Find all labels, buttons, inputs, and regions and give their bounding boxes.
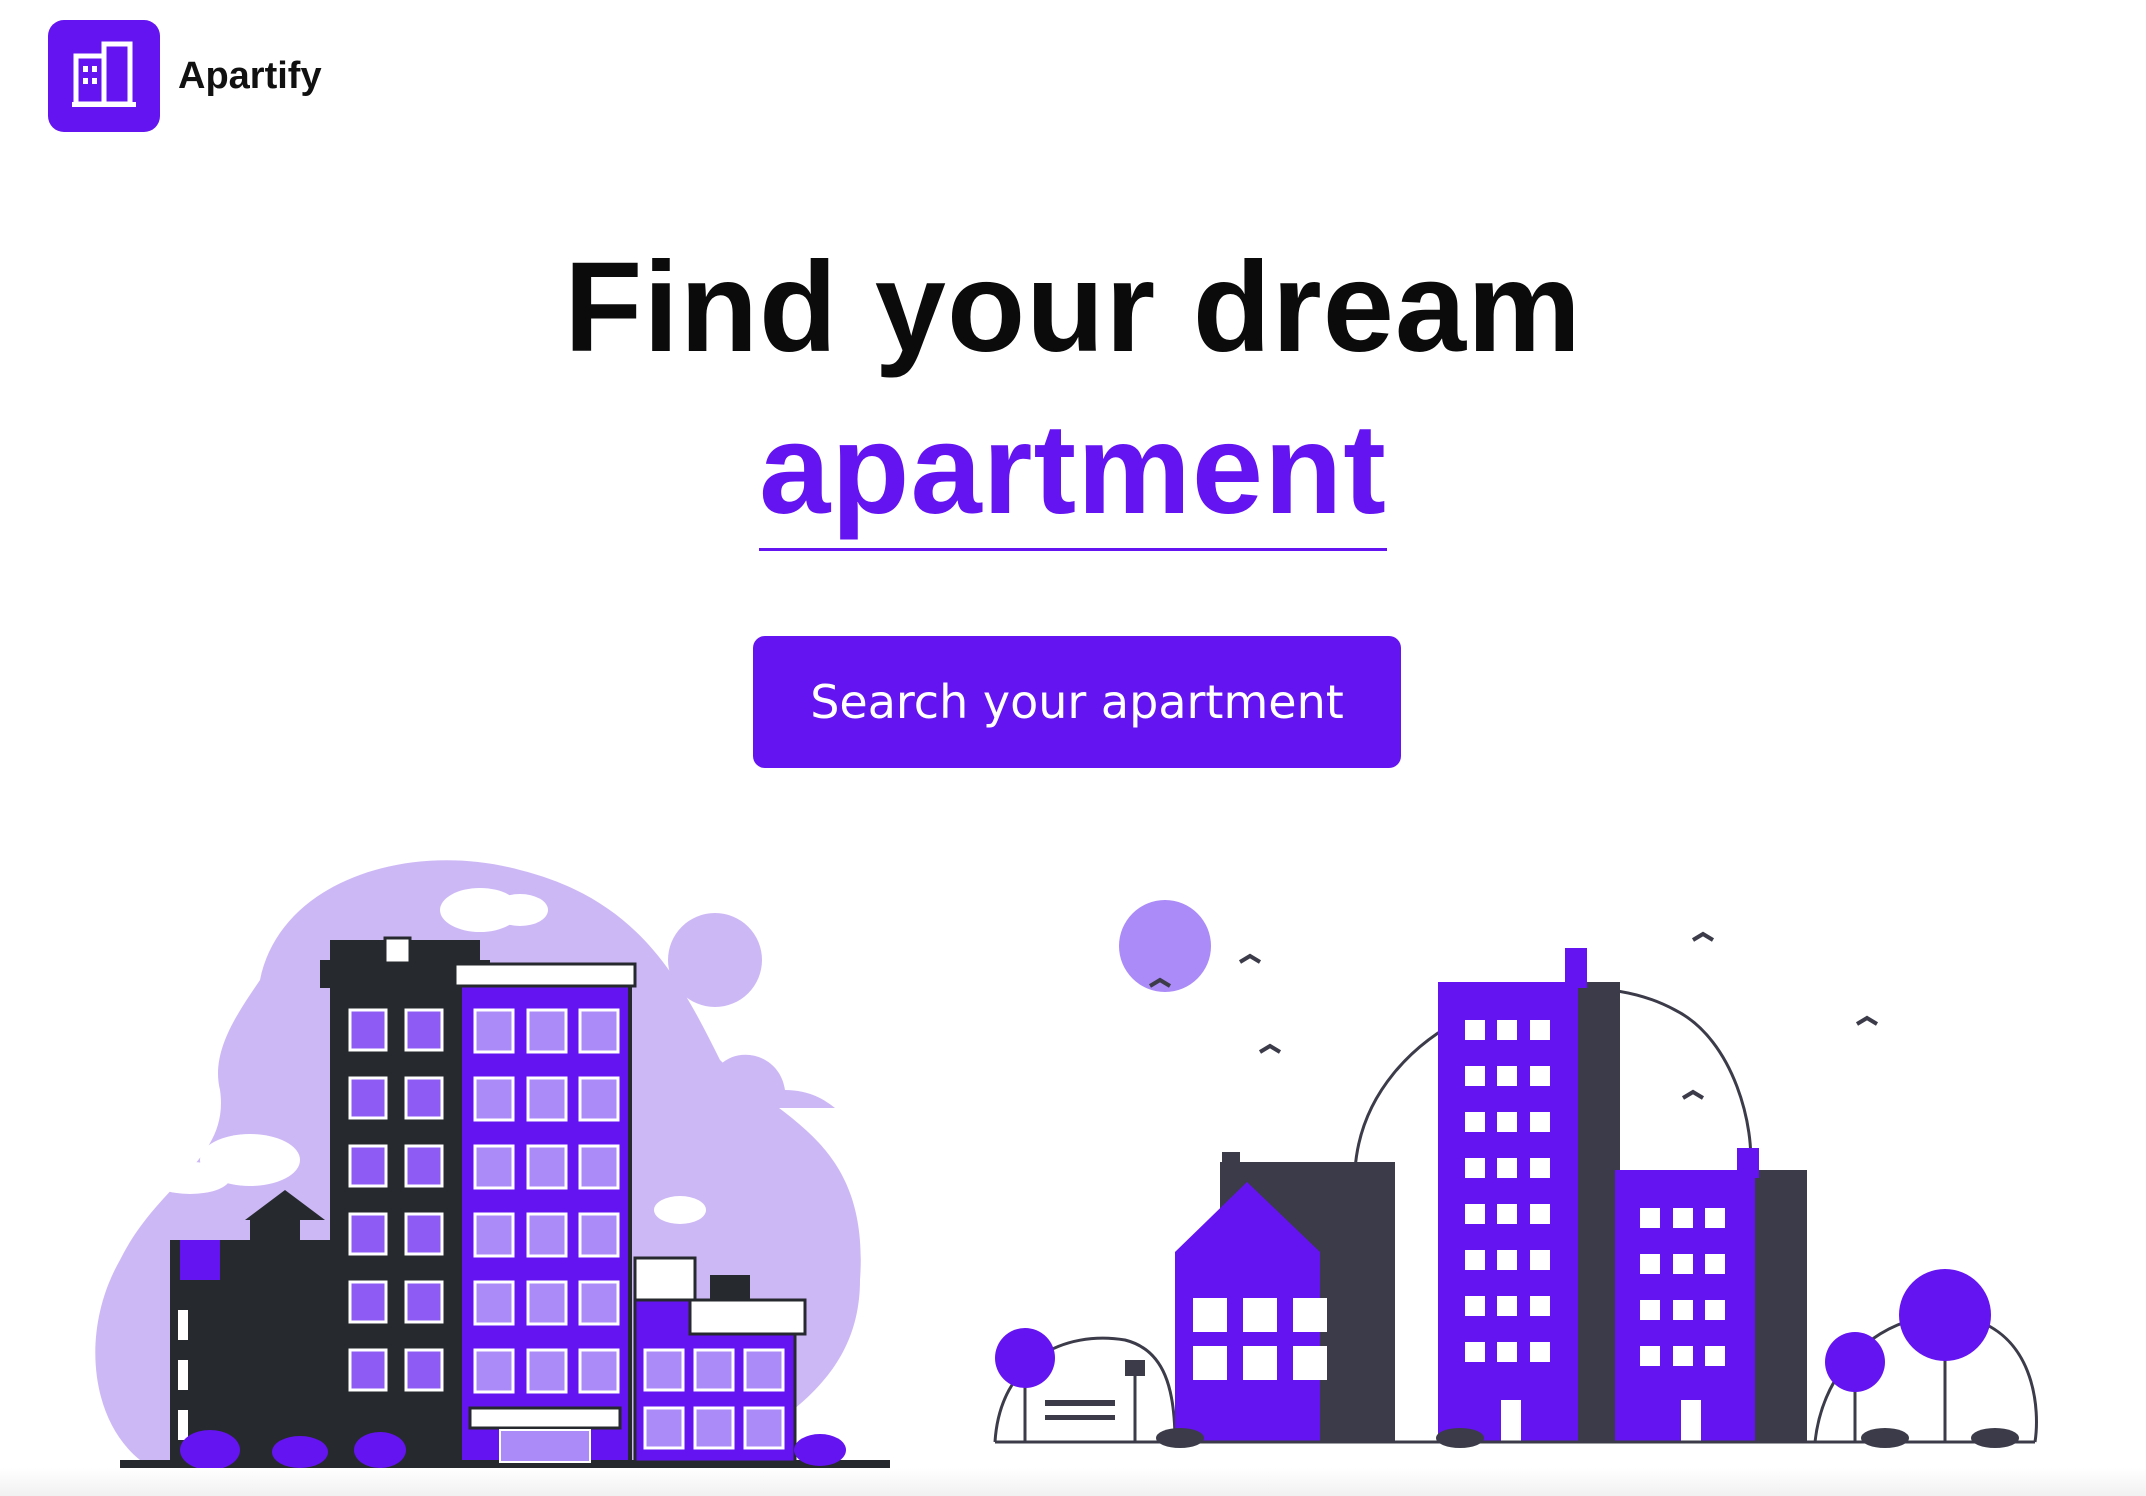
brand-logo[interactable]	[48, 20, 160, 132]
building-icon	[72, 41, 136, 107]
hero-highlight-wrap: apartment	[759, 400, 1387, 551]
hero-title-highlight: apartment	[759, 398, 1387, 541]
hero-title: Find your dream	[564, 236, 1582, 379]
city-buildings-illustration	[95, 860, 890, 1472]
hero: Find your dream apartment	[0, 238, 2146, 551]
page-bottom-edge	[0, 1468, 2146, 1496]
search-apartment-button[interactable]: Search your apartment	[753, 636, 1401, 768]
brand-name[interactable]: Apartify	[178, 55, 322, 98]
highlight-underline	[759, 548, 1387, 551]
header: Apartify	[48, 20, 322, 132]
town-skyline-illustration	[993, 900, 2038, 1448]
